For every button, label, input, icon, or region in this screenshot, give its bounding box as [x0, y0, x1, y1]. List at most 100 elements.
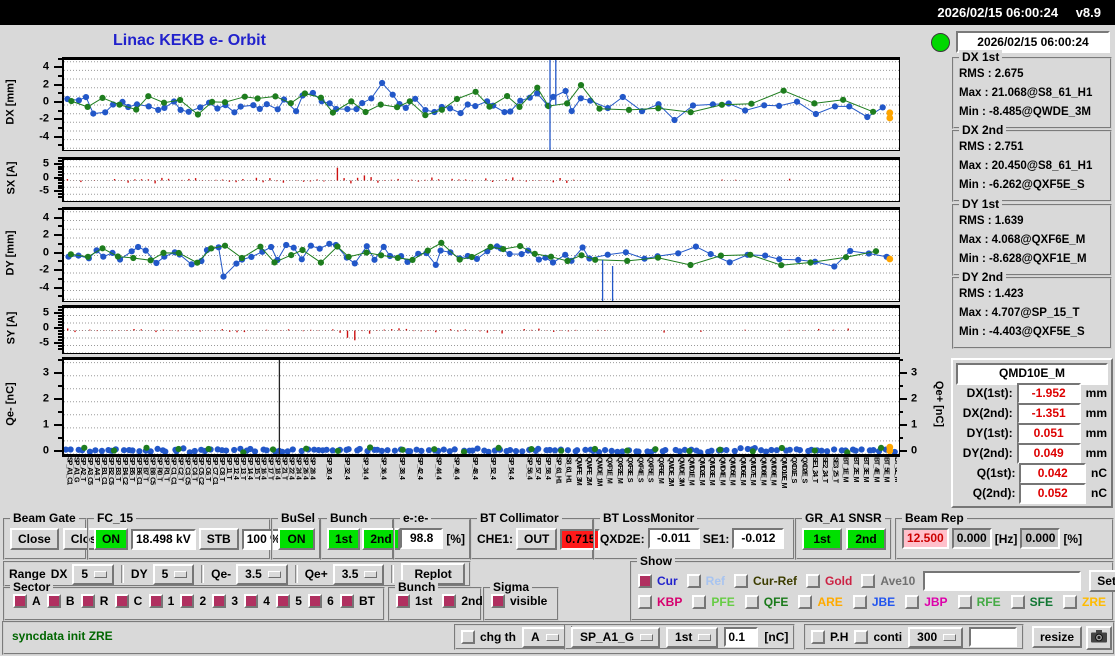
- ee-ratio-unit: [%]: [446, 531, 465, 546]
- busel-on-button[interactable]: ON: [278, 528, 315, 550]
- panel-title: Beam Rep: [902, 511, 967, 525]
- sector-5-checkbox[interactable]: 5: [276, 594, 302, 608]
- sector-4-checkbox[interactable]: 4: [244, 594, 270, 608]
- bpm-label: S8_61_H1: [564, 457, 572, 483]
- range-dy-select[interactable]: 5: [152, 563, 195, 585]
- ref-file-input[interactable]: [923, 571, 1082, 591]
- checkbox-label: 2: [199, 594, 207, 608]
- bpm-label: BT_6E_M: [892, 457, 897, 482]
- divider: [294, 565, 298, 583]
- bpm-label: QMD8E_M: [759, 457, 767, 485]
- fc15-stb-button[interactable]: STB: [198, 528, 239, 550]
- fc15-on-button[interactable]: ON: [94, 528, 128, 550]
- show-jbe-checkbox[interactable]: JBE: [852, 595, 895, 609]
- beam-gate-close-1-button[interactable]: Close: [10, 528, 59, 550]
- show-gold-checkbox[interactable]: Gold: [806, 574, 852, 588]
- busel-panel: BuSel ON: [271, 511, 321, 560]
- tick-mark: [58, 308, 62, 311]
- bpm-label: SP_36_4: [379, 457, 387, 479]
- bpm-label: SP_61_H1: [554, 457, 562, 483]
- bpm-select[interactable]: SP_A1_G: [571, 626, 661, 648]
- sector-r-checkbox[interactable]: R: [80, 594, 108, 608]
- show-ref-checkbox[interactable]: Ref: [686, 574, 725, 588]
- tick-label: -5: [39, 184, 49, 197]
- tick-mark: [58, 347, 62, 350]
- bpm-label: SP_C7_C1: [211, 457, 219, 485]
- sector-panel: Sector A B R C 1 2 3 4 5 6 BT: [3, 580, 385, 621]
- sector-b-checkbox[interactable]: B: [46, 594, 75, 608]
- show-rfe-checkbox[interactable]: RFE: [957, 595, 1001, 609]
- axis-label: DY [mm]: [5, 229, 17, 276]
- ph-checkbox[interactable]: P.H: [811, 630, 848, 644]
- sigma-visible-checkbox[interactable]: visible: [491, 594, 547, 608]
- show-ave10-checkbox[interactable]: Ave10: [861, 574, 915, 588]
- screenshot-button[interactable]: [1086, 626, 1112, 650]
- bunch-2nd-checkbox[interactable]: 2nd: [442, 594, 483, 608]
- resize-button[interactable]: resize: [1032, 626, 1083, 648]
- hz-unit: [Hz]: [994, 531, 1018, 546]
- gr-snsr-2nd-button[interactable]: 2nd: [846, 528, 886, 550]
- show-jbp-checkbox[interactable]: JBP: [905, 595, 948, 609]
- show-zre-checkbox[interactable]: ZRE: [1062, 595, 1106, 609]
- conti-checkbox[interactable]: conti: [854, 630, 902, 644]
- bpm-label: QXF3E_S: [626, 457, 634, 482]
- bunch-select[interactable]: 1st: [666, 626, 719, 648]
- panel-title: BuSel: [278, 511, 319, 525]
- bunch-1st-button[interactable]: 1st: [327, 528, 361, 550]
- range-qe-plus-select[interactable]: 3.5: [332, 563, 385, 585]
- chg-th-select[interactable]: A: [522, 626, 566, 648]
- bunch-1st-checkbox[interactable]: 1st: [396, 594, 432, 608]
- bpm-label: QMD4E_M: [718, 457, 726, 485]
- tick-mark: [58, 242, 62, 245]
- bpm-label: QMD6E_M: [738, 457, 746, 485]
- set-ref-button[interactable]: Set Ref: [1089, 570, 1115, 592]
- fc15-kv-value: 18.498 kV: [131, 528, 196, 550]
- range-dy-label: DY: [130, 567, 148, 581]
- show-sfe-checkbox[interactable]: SFE: [1010, 595, 1053, 609]
- show-are-checkbox[interactable]: ARE: [798, 595, 843, 609]
- bpm-label: SP_A1_C1: [65, 457, 73, 485]
- show-cur-ref-checkbox[interactable]: Cur-Ref: [734, 574, 797, 588]
- tick-mark: [54, 83, 62, 86]
- sector-bt-checkbox[interactable]: BT: [340, 594, 375, 608]
- tick-label: -4: [39, 129, 49, 142]
- count-input[interactable]: [969, 627, 1018, 647]
- sector-3-checkbox[interactable]: 3: [212, 594, 238, 608]
- sector-c-checkbox[interactable]: C: [114, 594, 142, 608]
- tick-label: 1: [911, 418, 918, 431]
- checkbox-label: chg th: [480, 630, 516, 644]
- panel-title: Show: [637, 554, 675, 568]
- nc-unit: [nC]: [764, 630, 789, 644]
- gr-snsr-1st-button[interactable]: 1st: [802, 528, 842, 550]
- tick-mark: [58, 305, 62, 308]
- divider: [391, 565, 395, 583]
- sector-2-checkbox[interactable]: 2: [180, 594, 206, 608]
- show-cur-checkbox[interactable]: Cur: [638, 574, 678, 588]
- show-qfe-checkbox[interactable]: QFE: [744, 595, 788, 609]
- range-qe-minus-select[interactable]: 3.5: [236, 563, 288, 585]
- count-select[interactable]: 300: [908, 626, 964, 648]
- range-dx-select[interactable]: 5: [72, 563, 115, 585]
- bpm-label: BT_2E_M: [851, 457, 859, 482]
- plot-sx: [62, 157, 900, 202]
- min-row: Min : -6.262@QXF5E_S: [959, 179, 1085, 191]
- min-row: Min : -4.403@QXF5E_S: [959, 326, 1085, 338]
- tick-mark: [58, 335, 62, 338]
- threshold-input[interactable]: [724, 627, 759, 647]
- che1-out-button[interactable]: OUT: [516, 528, 558, 550]
- tick-mark: [54, 450, 62, 452]
- bpm-label: BT_3E_M: [862, 457, 869, 482]
- bpm-label: QXD2E_S: [800, 457, 808, 483]
- bpm-label: QMD1E_M: [687, 457, 695, 485]
- sector-6-checkbox[interactable]: 6: [308, 594, 334, 608]
- tick-mark: [54, 135, 62, 138]
- tick-mark: [54, 101, 62, 103]
- show-pfe-checkbox[interactable]: PFE: [692, 595, 735, 609]
- bpm-label: QWDE_2M: [667, 457, 675, 486]
- sector-a-checkbox[interactable]: A: [13, 594, 41, 608]
- chg-th-checkbox[interactable]: chg th: [461, 630, 516, 644]
- beam-gate-panel: Beam Gate Close Close: [3, 511, 112, 560]
- tick-mark: [58, 192, 62, 195]
- sector-1-checkbox[interactable]: 1: [148, 594, 174, 608]
- show-kbp-checkbox[interactable]: KBP: [638, 595, 682, 609]
